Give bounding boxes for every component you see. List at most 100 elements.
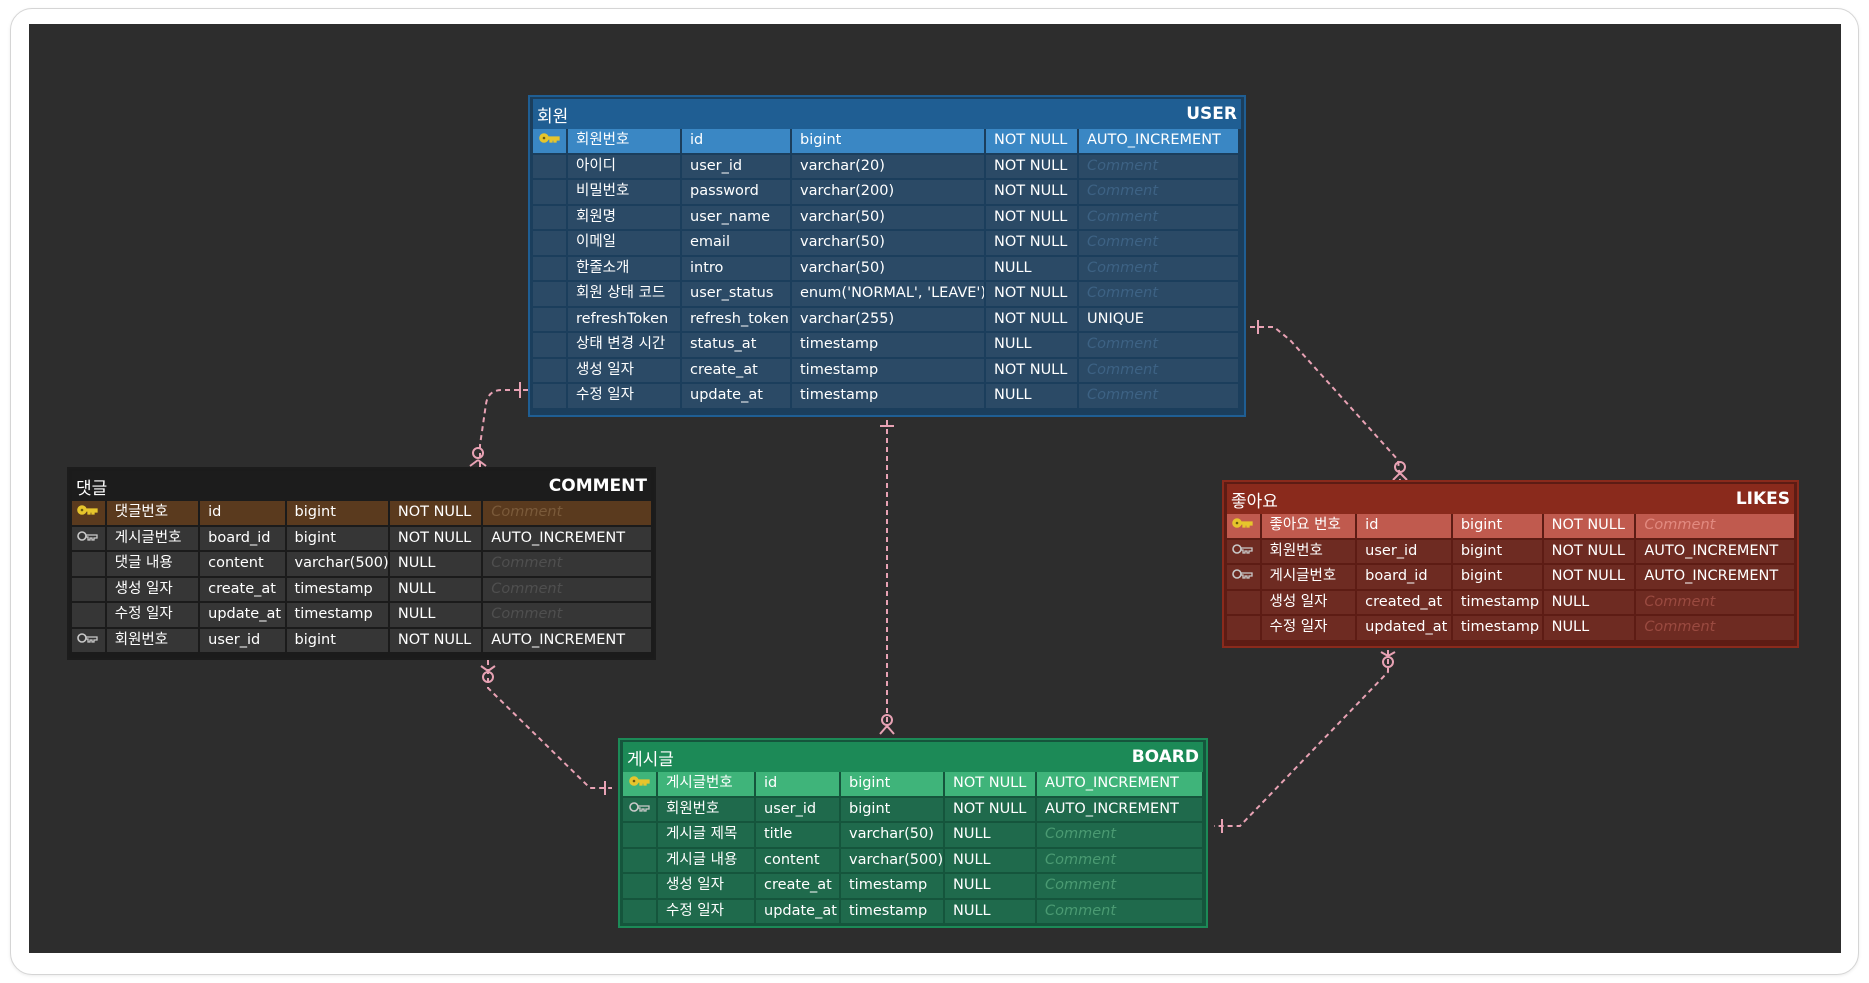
column-physical-name[interactable]: user_id [682, 154, 790, 178]
table-row[interactable]: 회원명 user_name varchar(50) NOT NULL Comment [533, 205, 1241, 229]
column-extra[interactable]: Comment [1079, 205, 1238, 229]
column-type[interactable]: timestamp [286, 577, 388, 601]
column-type[interactable]: varchar(50) [792, 256, 984, 280]
column-logical-name[interactable]: 댓글 내용 [106, 552, 199, 576]
column-type[interactable]: varchar(200) [792, 180, 984, 204]
table-row[interactable]: 생성 일자 created_at timestamp NULL Comment [1227, 590, 1794, 614]
column-extra[interactable]: Comment [1079, 358, 1238, 382]
column-physical-name[interactable]: title [756, 823, 839, 847]
column-extra[interactable]: Comment [1079, 384, 1238, 408]
column-nullable[interactable]: NULL [986, 333, 1077, 357]
column-logical-name[interactable]: 한줄소개 [568, 256, 680, 280]
column-nullable[interactable]: NOT NULL [389, 526, 482, 550]
column-extra[interactable]: Comment [483, 577, 652, 601]
column-extra[interactable]: Comment [1079, 180, 1238, 204]
table-row[interactable]: refreshToken refresh_token varchar(255) NOT… [533, 307, 1241, 331]
table-header[interactable]: 회원 USER [533, 99, 1241, 129]
column-extra[interactable]: Comment [1636, 590, 1794, 614]
column-extra[interactable]: Comment [1079, 333, 1238, 357]
table-row[interactable]: 비밀번호 password varchar(200) NOT NULL Comment [533, 180, 1241, 204]
column-type[interactable]: varchar(500) [841, 848, 943, 872]
column-extra[interactable]: AUTO_INCREMENT [1079, 129, 1238, 153]
column-type[interactable]: bigint [1452, 539, 1542, 563]
column-logical-name[interactable]: 생성 일자 [106, 577, 199, 601]
table-row[interactable]: 댓글 내용 content varchar(500) NULL Comment [72, 552, 652, 576]
table-row[interactable]: 생성 일자 create_at timestamp NOT NULL Comment [533, 358, 1241, 382]
column-nullable[interactable]: NULL [945, 823, 1035, 847]
column-nullable[interactable]: NULL [986, 384, 1077, 408]
column-nullable[interactable]: NOT NULL [945, 797, 1035, 821]
table-row[interactable]: 수정 일자 update_at timestamp NULL Comment [623, 899, 1203, 923]
column-logical-name[interactable]: 게시글번호 [1261, 565, 1356, 589]
column-extra[interactable]: Comment [483, 603, 652, 627]
column-extra[interactable]: Comment [1636, 514, 1794, 538]
table-row[interactable]: 한줄소개 intro varchar(50) NULL Comment [533, 256, 1241, 280]
table-row[interactable]: 게시글 제목 title varchar(50) NULL Comment [623, 823, 1203, 847]
table-row[interactable]: 회원번호 user_id bigint NOT NULL AUTO_INCREMENT [623, 797, 1203, 821]
column-nullable[interactable]: NOT NULL [945, 772, 1035, 796]
table-row[interactable]: 이메일 email varchar(50) NOT NULL Comment [533, 231, 1241, 255]
column-type[interactable]: bigint [286, 628, 388, 652]
column-type[interactable]: varchar(255) [792, 307, 984, 331]
column-extra[interactable]: Comment [483, 501, 652, 525]
column-nullable[interactable]: NULL [945, 874, 1035, 898]
column-physical-name[interactable]: update_at [682, 384, 790, 408]
column-type[interactable]: bigint [1452, 565, 1542, 589]
column-type[interactable]: timestamp [792, 333, 984, 357]
column-physical-name[interactable]: user_id [756, 797, 839, 821]
column-physical-name[interactable]: user_id [1357, 539, 1451, 563]
table-header[interactable]: 댓글 COMMENT [72, 471, 651, 501]
table-row[interactable]: 수정 일자 update_at timestamp NULL Comment [72, 603, 652, 627]
column-extra[interactable]: Comment [1079, 154, 1238, 178]
column-logical-name[interactable]: 좋아요 번호 [1261, 514, 1356, 538]
column-type[interactable]: timestamp [1452, 590, 1542, 614]
column-physical-name[interactable]: user_id [200, 628, 285, 652]
column-physical-name[interactable]: refresh_token [682, 307, 790, 331]
primary-key-row[interactable]: 회원번호 id bigint NOT NULL AUTO_INCREMENT [533, 129, 1241, 153]
column-physical-name[interactable]: user_name [682, 205, 790, 229]
column-extra[interactable]: UNIQUE [1079, 307, 1238, 331]
column-type[interactable]: varchar(50) [792, 231, 984, 255]
column-nullable[interactable]: NOT NULL [986, 358, 1077, 382]
column-physical-name[interactable]: updated_at [1357, 616, 1451, 640]
column-type[interactable]: timestamp [286, 603, 388, 627]
column-nullable[interactable]: NULL [945, 848, 1035, 872]
table-header[interactable]: 게시글 BOARD [623, 742, 1203, 772]
column-physical-name[interactable]: content [756, 848, 839, 872]
column-type[interactable]: enum('NORMAL', 'LEAVE') [792, 282, 984, 306]
column-nullable[interactable]: NULL [389, 577, 482, 601]
column-logical-name[interactable]: 비밀번호 [568, 180, 680, 204]
table-row[interactable]: 아이디 user_id varchar(20) NOT NULL Comment [533, 154, 1241, 178]
column-physical-name[interactable]: created_at [1357, 590, 1451, 614]
column-logical-name[interactable]: 수정 일자 [658, 899, 754, 923]
table-row[interactable]: 생성 일자 create_at timestamp NULL Comment [623, 874, 1203, 898]
column-logical-name[interactable]: 이메일 [568, 231, 680, 255]
table-row[interactable]: 생성 일자 create_at timestamp NULL Comment [72, 577, 652, 601]
column-nullable[interactable]: NULL [945, 899, 1035, 923]
column-nullable[interactable]: NULL [389, 603, 482, 627]
table-row[interactable]: 회원번호 user_id bigint NOT NULL AUTO_INCREMENT [72, 628, 652, 652]
column-physical-name[interactable]: board_id [1357, 565, 1451, 589]
column-logical-name[interactable]: 댓글번호 [106, 501, 199, 525]
primary-key-row[interactable]: 게시글번호 id bigint NOT NULL AUTO_INCREMENT [623, 772, 1203, 796]
column-type[interactable]: timestamp [841, 874, 943, 898]
table-row[interactable]: 게시글 내용 content varchar(500) NULL Comment [623, 848, 1203, 872]
column-type[interactable]: bigint [841, 772, 943, 796]
column-logical-name[interactable]: 회원번호 [1261, 539, 1356, 563]
column-logical-name[interactable]: 게시글번호 [106, 526, 199, 550]
column-type[interactable]: bigint [286, 526, 388, 550]
column-physical-name[interactable]: status_at [682, 333, 790, 357]
column-nullable[interactable]: NOT NULL [1543, 514, 1635, 538]
primary-key-row[interactable]: 좋아요 번호 id bigint NOT NULL Comment [1227, 514, 1794, 538]
table-row[interactable]: 수정 일자 updated_at timestamp NULL Comment [1227, 616, 1794, 640]
table-row[interactable]: 게시글번호 board_id bigint NOT NULL AUTO_INCREMEN… [1227, 565, 1794, 589]
column-type[interactable]: bigint [792, 129, 984, 153]
column-extra[interactable]: Comment [1079, 256, 1238, 280]
column-extra[interactable]: AUTO_INCREMENT [1636, 565, 1794, 589]
column-logical-name[interactable]: refreshToken [568, 307, 680, 331]
column-physical-name[interactable]: id [682, 129, 790, 153]
column-logical-name[interactable]: 게시글 내용 [658, 848, 754, 872]
table-row[interactable]: 수정 일자 update_at timestamp NULL Comment [533, 384, 1241, 408]
column-logical-name[interactable]: 수정 일자 [106, 603, 199, 627]
column-nullable[interactable]: NULL [389, 552, 482, 576]
